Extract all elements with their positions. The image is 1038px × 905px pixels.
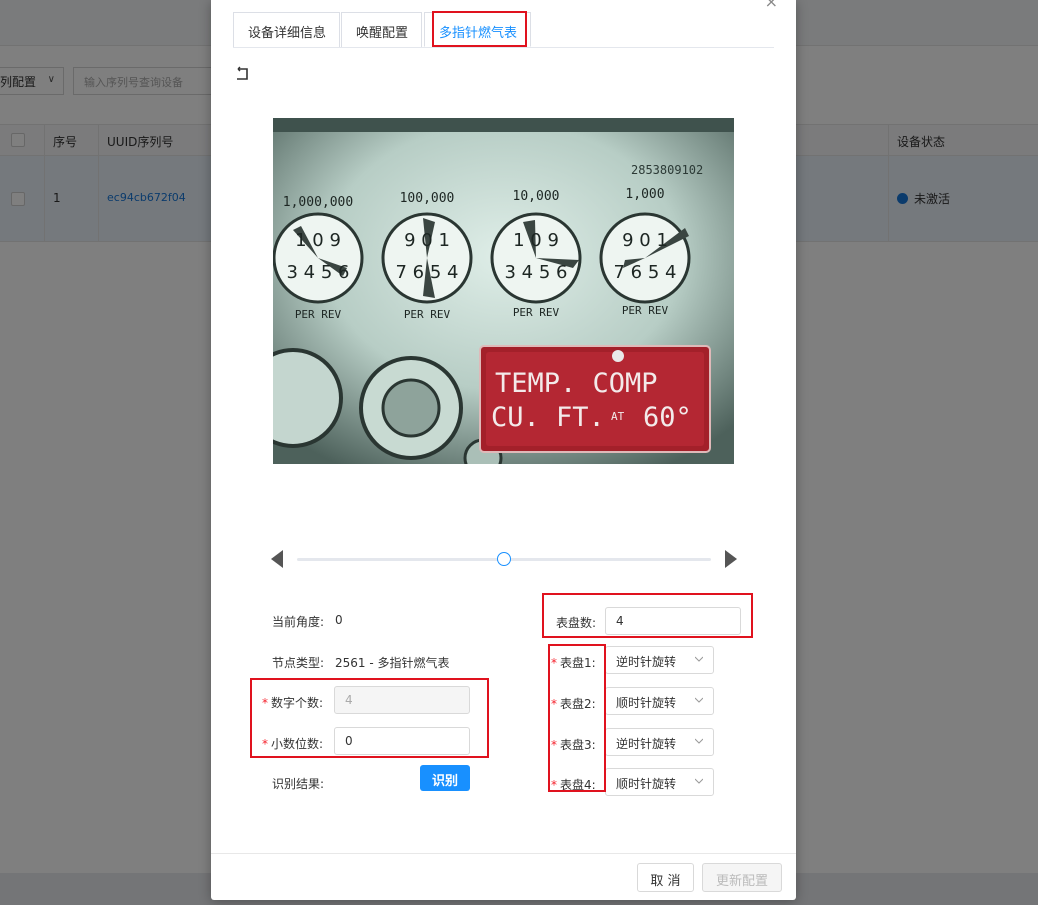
- update-config-button[interactable]: 更新配置: [702, 863, 782, 892]
- svg-text:3 4 5 6: 3 4 5 6: [287, 262, 350, 283]
- dial-2-direction-select[interactable]: 顺时针旋转: [605, 687, 714, 715]
- chevron-down-icon: [695, 778, 703, 784]
- plate-at: AT: [611, 410, 625, 423]
- angle-slider-thumb[interactable]: [497, 552, 511, 566]
- per-rev-label: PER REV: [404, 308, 451, 321]
- node-type-label: 节点类型:: [272, 656, 325, 670]
- chevron-down-icon: [695, 656, 703, 662]
- cancel-button[interactable]: 取 消: [637, 863, 694, 892]
- dial-2-direction-value: 顺时针旋转: [616, 696, 677, 710]
- node-type-value: 2561 - 多指针燃气表: [335, 656, 450, 670]
- per-rev-label: PER REV: [622, 304, 669, 317]
- svg-text:7 6 5 4: 7 6 5 4: [614, 262, 677, 283]
- close-icon[interactable]: ×: [765, 0, 778, 11]
- meter-dial: 9 0 1 7 6 5 4: [381, 212, 473, 304]
- svg-text:1 0 9: 1 0 9: [513, 230, 559, 251]
- meter-photo: 2853809102 1 0 9 3 4 5 6 9 0 1 7 6 5 4 1…: [273, 118, 734, 464]
- chevron-down-icon: [695, 697, 703, 703]
- dial-4-direction-select[interactable]: 顺时针旋转: [605, 768, 714, 796]
- annotation-box-tab: [432, 11, 527, 47]
- modal-footer-divider: [211, 853, 796, 854]
- svg-text:7 6 5 4: 7 6 5 4: [396, 262, 459, 283]
- dial-1-direction-value: 逆时针旋转: [616, 655, 677, 669]
- tab-wakeup-config[interactable]: 唤醒配置: [341, 12, 422, 47]
- tab-device-details[interactable]: 设备详细信息: [233, 12, 340, 47]
- per-rev-label: PER REV: [513, 306, 560, 319]
- recognize-button[interactable]: 识别: [420, 765, 470, 791]
- current-angle-value: 0: [335, 613, 343, 627]
- recognition-result-label: 识别结果:: [272, 777, 325, 791]
- plate-line-1: TEMP. COMP: [495, 368, 658, 399]
- meter-dial: 1 0 9 3 4 5 6: [273, 212, 364, 304]
- meter-dial: 1 0 9 3 4 5 6: [490, 212, 582, 304]
- dial-label: 1,000: [625, 187, 664, 202]
- svg-text:3 4 5 6: 3 4 5 6: [505, 262, 568, 283]
- svg-text:9 0 1: 9 0 1: [622, 230, 668, 251]
- annotation-box-digits: [250, 678, 489, 758]
- previous-arrow-icon[interactable]: [271, 550, 283, 568]
- dial-3-direction-value: 逆时针旋转: [616, 737, 677, 751]
- angle-slider-row: [271, 546, 741, 572]
- chevron-down-icon: [695, 738, 703, 744]
- next-arrow-icon[interactable]: [725, 550, 737, 568]
- svg-text:1 0 9: 1 0 9: [295, 230, 341, 251]
- dial-3-direction-select[interactable]: 逆时针旋转: [605, 728, 714, 756]
- per-rev-label: PER REV: [295, 308, 342, 321]
- dial-label: 1,000,000: [283, 195, 353, 210]
- dial-4-direction-value: 顺时针旋转: [616, 777, 677, 791]
- annotation-box-dial-labels: [548, 644, 606, 792]
- meter-dial: 9 0 1 7 6 5 4: [599, 212, 691, 304]
- back-icon[interactable]: [235, 66, 251, 82]
- meter-serial: 2853809102: [631, 163, 703, 177]
- meter-photo-drawing: 2853809102 1 0 9 3 4 5 6 9 0 1 7 6 5 4 1…: [273, 118, 734, 464]
- annotation-box-dial-count: [542, 593, 753, 638]
- current-angle-label: 当前角度:: [272, 615, 325, 629]
- plate-line-2: CU. FT.: [491, 402, 605, 433]
- config-modal: × 设备详细信息 唤醒配置 多指针燃气表 2853809102 1 0 9 3 …: [211, 0, 796, 900]
- plate-temp: 60°: [643, 402, 692, 433]
- dial-1-direction-select[interactable]: 逆时针旋转: [605, 646, 714, 674]
- dial-label: 100,000: [400, 191, 455, 206]
- svg-text:9 0 1: 9 0 1: [404, 230, 450, 251]
- dial-label: 10,000: [513, 189, 560, 204]
